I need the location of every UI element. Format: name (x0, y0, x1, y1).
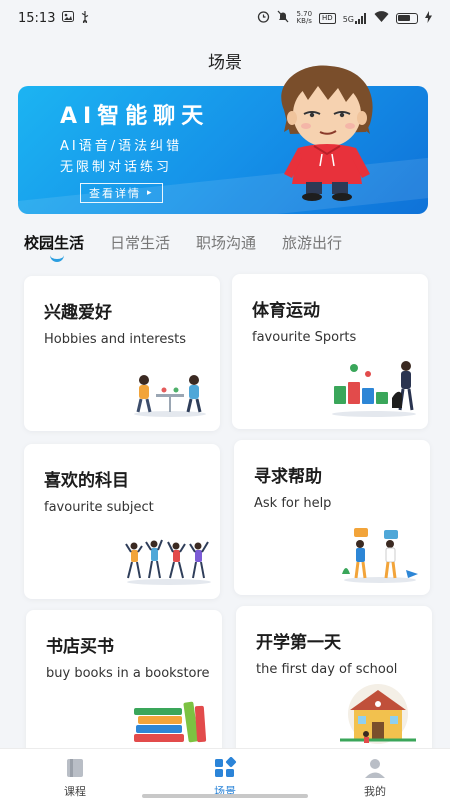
banner-title: AI智能聊天 (60, 104, 210, 129)
scene-card-title: 寻求帮助 (254, 467, 322, 487)
scene-card-title: 喜欢的科目 (44, 471, 129, 491)
stack-of-books-illustration (134, 701, 207, 743)
nav-label: 我的 (364, 785, 386, 798)
alarm-icon (257, 10, 270, 26)
scene-card-bookstore[interactable]: 书店买书 buy books in a bookstore (26, 610, 222, 765)
hd-badge: HD (319, 12, 336, 24)
tab-workplace[interactable]: 职场沟通 (196, 232, 256, 262)
scene-card-subtitle: Hobbies and interests (44, 332, 186, 347)
tab-label: 职场沟通 (196, 234, 257, 252)
status-time: 15:13 (18, 10, 56, 26)
network-speed-unit: KB/s (296, 17, 312, 25)
scene-card-title: 书店买书 (46, 637, 114, 657)
tab-label: 校园生活 (24, 234, 85, 252)
network-speed: 5.70 KB/s (296, 11, 312, 25)
scene-card-ask-help[interactable]: 寻求帮助 Ask for help (234, 440, 430, 595)
wifi-icon (374, 11, 389, 25)
nav-label: 课程 (64, 785, 86, 798)
scene-card-title: 体育运动 (252, 301, 320, 321)
usb-icon (81, 10, 89, 26)
status-bar: 15:13 5.70 KB/s HD 5G (0, 0, 450, 36)
mascot-character-illustration (281, 65, 373, 201)
tab-label: 日常生活 (110, 234, 171, 252)
charging-icon (425, 10, 432, 26)
people-chatting-illustration (134, 375, 206, 417)
tab-label: 旅游出行 (282, 234, 343, 252)
view-details-button[interactable]: 查看详情 ▸ (80, 183, 163, 203)
tab-travel[interactable]: 旅游出行 (282, 232, 342, 262)
two-people-talking-illustration (342, 528, 418, 583)
scene-grid-icon (215, 757, 237, 777)
active-tab-indicator (50, 254, 64, 262)
scene-card-subtitle: the first day of school (256, 662, 398, 677)
scene-card-subtitle: buy books in a bookstore (46, 666, 210, 681)
status-right: 5.70 KB/s HD 5G (257, 10, 432, 26)
tab-daily-life[interactable]: 日常生活 (110, 232, 170, 262)
scene-card-subtitle: favourite subject (44, 500, 154, 515)
book-icon (67, 759, 83, 777)
scene-card-hobbies[interactable]: 兴趣爱好 Hobbies and interests (24, 276, 220, 431)
recycling-bins-illustration (332, 361, 416, 417)
profile-icon (365, 759, 385, 778)
gallery-notification-icon (62, 11, 75, 25)
banner-feature-1: AI语音/语法纠错 (60, 139, 183, 154)
bottom-navigation: 课程 场景 我的 (0, 748, 450, 800)
scene-card-subtitle: favourite Sports (252, 330, 357, 345)
nav-scenes[interactable]: 场景 (150, 749, 300, 800)
dancing-people-illustration (125, 539, 211, 585)
banner-feature-2: 无限制对话练习 (60, 160, 173, 175)
home-indicator (142, 794, 308, 798)
cellular-signal-icon: 5G (342, 12, 367, 24)
tab-campus-life[interactable]: 校园生活 (24, 232, 84, 262)
scene-card-title: 开学第一天 (256, 633, 341, 653)
scene-card-first-day[interactable]: 开学第一天 the first day of school (236, 606, 432, 761)
scene-card-sports[interactable]: 体育运动 favourite Sports (232, 274, 428, 429)
battery-icon (396, 12, 418, 24)
category-tabs: 校园生活 日常生活 职场沟通 旅游出行 (24, 232, 434, 262)
arrow-right-icon: ▸ (147, 188, 154, 198)
scene-card-subtitle: Ask for help (254, 496, 332, 511)
nav-courses[interactable]: 课程 (0, 749, 150, 800)
mute-bell-icon (277, 10, 289, 26)
school-building-illustration (340, 684, 416, 744)
status-left: 15:13 (18, 10, 89, 26)
signal-label: 5G (342, 14, 354, 24)
scene-card-subjects[interactable]: 喜欢的科目 favourite subject (24, 444, 220, 599)
view-details-label: 查看详情 (89, 187, 141, 200)
scene-card-title: 兴趣爱好 (44, 303, 112, 323)
nav-profile[interactable]: 我的 (300, 749, 450, 800)
